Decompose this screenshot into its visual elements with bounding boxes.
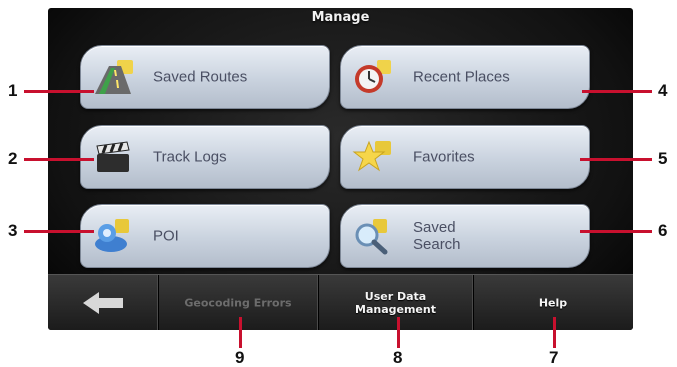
saved-routes-button[interactable]: Saved Routes: [80, 45, 330, 109]
device-screen: Manage Saved Routes Recent Places Track …: [48, 8, 633, 330]
callout-line-5: [580, 158, 652, 161]
callout-line-4: [582, 90, 652, 93]
callout-7: 7: [549, 348, 559, 367]
callout-line-1: [24, 90, 94, 93]
saved-routes-label: Saved Routes: [153, 68, 248, 86]
callout-4: 4: [658, 81, 668, 100]
poi-icon: [95, 219, 129, 252]
callout-5: 5: [658, 149, 668, 168]
callout-line-8: [397, 317, 400, 348]
poi-button[interactable]: POI: [80, 204, 330, 268]
track-logs-button[interactable]: Track Logs: [80, 125, 330, 189]
callout-line-7: [553, 317, 556, 348]
saved-search-label: Saved Search: [413, 219, 461, 253]
track-logs-label: Track Logs: [153, 148, 227, 166]
callout-6: 6: [658, 221, 668, 240]
callout-9: 9: [235, 348, 245, 367]
magnifier-icon: [355, 219, 388, 255]
recent-places-button[interactable]: Recent Places: [340, 45, 590, 109]
back-arrow-icon: [83, 292, 123, 314]
recent-places-label: Recent Places: [413, 68, 510, 86]
callout-line-6: [580, 230, 652, 233]
bottom-toolbar: Geocoding Errors User Data Management He…: [48, 274, 633, 330]
saved-search-button[interactable]: Saved Search: [340, 204, 590, 268]
callout-2: 2: [8, 149, 18, 168]
back-button[interactable]: [48, 275, 159, 330]
callout-line-2: [24, 158, 94, 161]
poi-label: POI: [153, 227, 179, 245]
favorites-button[interactable]: Favorites: [340, 125, 590, 189]
screen-title: Manage: [311, 10, 370, 25]
callout-line-3: [24, 230, 94, 233]
callout-1: 1: [8, 81, 18, 100]
callout-8: 8: [393, 348, 403, 367]
callout-3: 3: [8, 221, 18, 240]
star-icon: [352, 140, 391, 172]
user-data-management-button[interactable]: User Data Management: [318, 275, 474, 330]
clock-icon: [355, 60, 391, 93]
geocoding-errors-label: Geocoding Errors: [184, 296, 292, 310]
callout-line-9: [239, 317, 242, 348]
help-label: Help: [538, 296, 568, 310]
road-icon: [95, 60, 133, 94]
user-data-management-label: User Data Management: [355, 290, 436, 316]
favorites-label: Favorites: [413, 148, 475, 166]
clapperboard-icon: [96, 141, 130, 172]
